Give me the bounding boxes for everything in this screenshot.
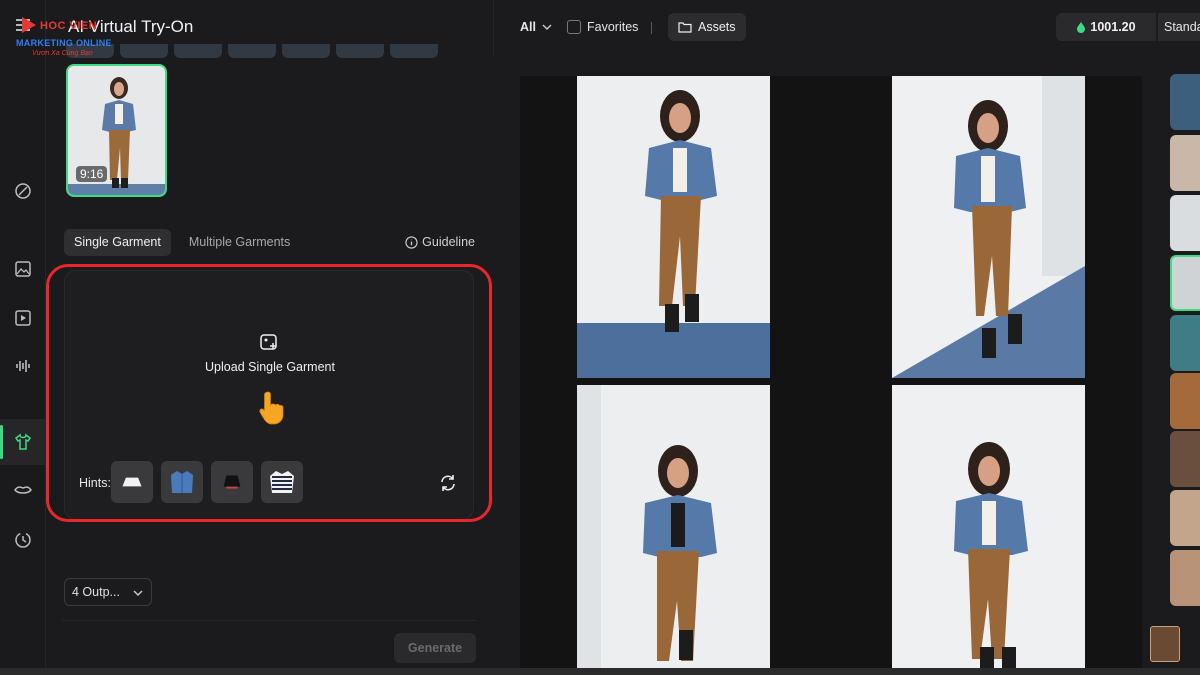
logo-tagline: Vươn Xa Cùng Bạn bbox=[32, 50, 93, 57]
history-thumb[interactable] bbox=[1170, 315, 1200, 371]
results-gallery bbox=[520, 76, 1142, 675]
chevron-down-icon bbox=[542, 24, 552, 30]
pointing-hand-icon bbox=[259, 391, 284, 425]
selected-model-thumbnail[interactable]: 9:16 bbox=[66, 64, 167, 197]
logo-brand: HOC VIEN bbox=[40, 20, 98, 32]
divider bbox=[62, 620, 476, 621]
hint-white-skirt[interactable] bbox=[111, 461, 153, 503]
video-icon[interactable] bbox=[0, 295, 46, 341]
result-image-4 bbox=[892, 385, 1085, 675]
icon-rail bbox=[0, 0, 46, 675]
app-window: AI Virtual Try-On 9:16 Single Garment Mu… bbox=[0, 0, 1200, 675]
result-photo-4[interactable] bbox=[892, 385, 1085, 675]
history-thumb[interactable] bbox=[1170, 373, 1200, 429]
floating-widget[interactable] bbox=[1150, 626, 1180, 662]
tab-single-garment[interactable]: Single Garment bbox=[64, 229, 171, 256]
black-skirt-icon bbox=[223, 475, 241, 489]
try-on-panel: AI Virtual Try-On 9:16 Single Garment Mu… bbox=[46, 0, 493, 675]
tab-multiple-garments[interactable]: Multiple Garments bbox=[179, 229, 300, 256]
filter-label: All bbox=[520, 20, 536, 34]
play-icon bbox=[22, 17, 36, 33]
denim-jacket-icon bbox=[171, 471, 193, 493]
plan-badge[interactable]: Standa bbox=[1158, 13, 1200, 41]
refresh-hints-icon[interactable] bbox=[439, 474, 457, 492]
garment-mode-tabs: Single Garment Multiple Garments bbox=[64, 229, 300, 256]
history-thumb[interactable] bbox=[1170, 135, 1200, 191]
credits-balance[interactable]: 1001.20 bbox=[1056, 13, 1156, 41]
watermark-logo: HOC VIEN MARKETING ONLINE Vươn Xa Cùng B… bbox=[12, 15, 122, 59]
output-count-value: 4 Outp... bbox=[72, 585, 120, 599]
chevron-down-icon bbox=[133, 590, 143, 596]
history-icon[interactable] bbox=[0, 517, 46, 563]
model-thumb-strip[interactable] bbox=[66, 44, 486, 60]
history-thumb[interactable] bbox=[1170, 490, 1200, 546]
horizontal-scrollbar[interactable] bbox=[0, 668, 1200, 675]
result-photo-3[interactable] bbox=[577, 385, 770, 675]
history-thumb[interactable] bbox=[1170, 431, 1200, 487]
history-thumb-selected[interactable] bbox=[1170, 255, 1200, 311]
gallery-toolbar: All Favorites Assets 1001.20 Standa bbox=[493, 0, 1200, 55]
striped-sweater-icon bbox=[270, 471, 294, 493]
credits-value: 1001.20 bbox=[1090, 20, 1136, 34]
garment-icon[interactable] bbox=[0, 419, 46, 465]
favorites-toggle[interactable]: Favorites bbox=[567, 20, 638, 34]
aspect-ratio-badge: 9:16 bbox=[76, 166, 108, 182]
image-icon[interactable] bbox=[0, 246, 46, 292]
filter-dropdown[interactable]: All bbox=[520, 20, 552, 34]
lips-icon[interactable] bbox=[0, 467, 46, 513]
upload-garment-label: Upload Single Garment bbox=[205, 360, 335, 374]
hint-denim-jacket[interactable] bbox=[161, 461, 203, 503]
add-image-icon bbox=[260, 334, 277, 350]
toolbar-separator bbox=[651, 22, 652, 34]
white-skirt-icon bbox=[122, 477, 142, 487]
drop-icon bbox=[1077, 22, 1086, 33]
result-image-3 bbox=[577, 385, 770, 675]
favorites-checkbox[interactable] bbox=[567, 20, 581, 34]
hint-black-skirt[interactable] bbox=[211, 461, 253, 503]
favorites-label: Favorites bbox=[587, 20, 639, 34]
magic-edit-icon[interactable] bbox=[0, 168, 46, 214]
hints-label: Hints: bbox=[79, 476, 111, 490]
info-icon bbox=[405, 235, 418, 249]
result-image-1 bbox=[577, 76, 770, 378]
result-photo-1[interactable] bbox=[577, 76, 770, 378]
guideline-link[interactable]: Guideline bbox=[405, 235, 475, 249]
garment-upload-dropzone[interactable]: Upload Single Garment Hints: bbox=[64, 270, 474, 520]
history-thumb[interactable] bbox=[1170, 195, 1200, 251]
history-thumb[interactable] bbox=[1170, 550, 1200, 606]
generate-button[interactable]: Generate bbox=[394, 633, 476, 663]
history-thumb[interactable] bbox=[1170, 74, 1200, 130]
folder-icon bbox=[678, 22, 692, 33]
output-count-select[interactable]: 4 Outp... bbox=[64, 578, 152, 606]
history-thumbnails bbox=[1170, 74, 1200, 674]
logo-subtitle: MARKETING ONLINE bbox=[16, 38, 112, 48]
audio-icon[interactable] bbox=[0, 343, 46, 389]
result-photo-2[interactable] bbox=[892, 76, 1085, 378]
guideline-label: Guideline bbox=[422, 235, 475, 249]
result-image-2 bbox=[892, 76, 1085, 378]
assets-label: Assets bbox=[698, 20, 736, 34]
hint-striped-sweater[interactable] bbox=[261, 461, 303, 503]
assets-button[interactable]: Assets bbox=[668, 13, 746, 41]
